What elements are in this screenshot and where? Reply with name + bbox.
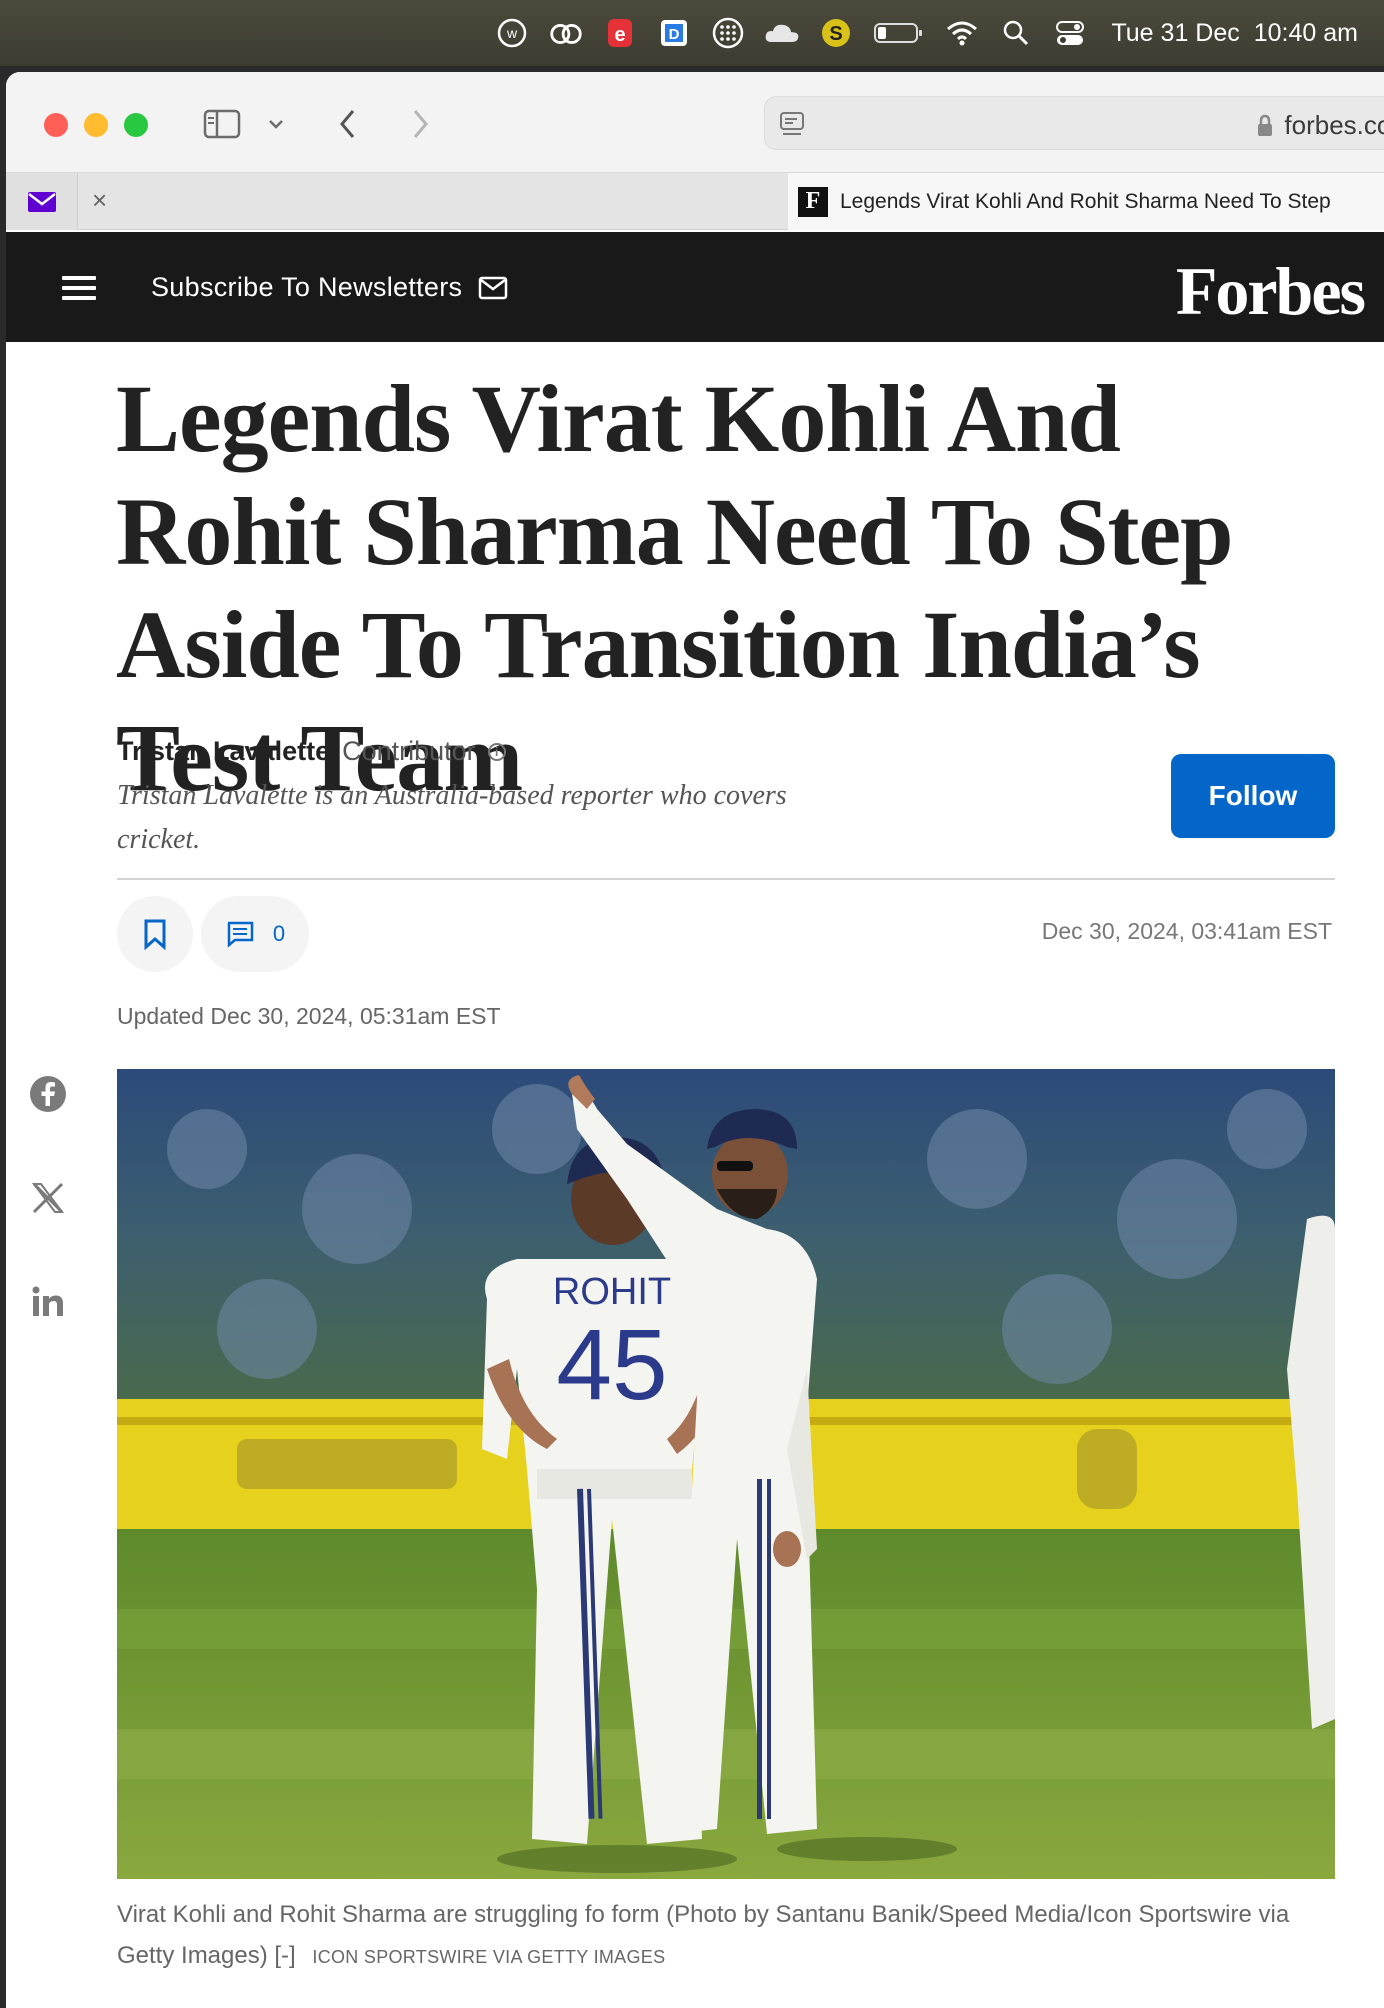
url-text[interactable]: forbes.com	[1284, 110, 1384, 141]
back-arrow-icon[interactable]	[328, 102, 368, 146]
hamburger-menu-icon[interactable]	[62, 276, 96, 306]
close-tab-icon[interactable]: ×	[92, 185, 107, 216]
forward-arrow-icon[interactable]	[400, 102, 440, 146]
updated-date: Updated Dec 30, 2024, 05:31am EST	[117, 1003, 501, 1029]
tab-title: Legends Virat Kohli And Rohit Sharma Nee…	[840, 189, 1331, 213]
svg-text:e: e	[615, 24, 626, 46]
menubar-time[interactable]: 10:40 am	[1254, 19, 1358, 48]
sidebar-toggle-icon[interactable]	[200, 102, 244, 146]
subscribe-label: Subscribe To Newsletters	[151, 272, 463, 302]
zoom-window-button[interactable]	[124, 113, 148, 137]
subscribe-newsletters-link[interactable]: Subscribe To Newsletters	[151, 272, 508, 303]
bookmark-icon	[144, 919, 166, 950]
caption-text: Virat Kohli and Rohit Sharma are struggl…	[117, 1901, 1290, 1969]
author-bio: Tristan Lavalette is an Australia-based …	[117, 780, 787, 855]
linkedin-share-icon[interactable]	[26, 1280, 70, 1324]
forbes-logo[interactable]: Forbes	[1176, 252, 1366, 331]
word-icon[interactable]: w	[493, 14, 531, 52]
cloud-icon[interactable]	[763, 14, 801, 52]
comment-icon	[227, 921, 254, 948]
s-app-icon[interactable]: S	[817, 14, 855, 52]
battery-icon[interactable]	[871, 14, 927, 52]
divider	[117, 878, 1335, 880]
svg-text:S: S	[830, 23, 843, 45]
author-name[interactable]: Tristan Lavalette	[117, 736, 330, 767]
control-center-icon[interactable]	[1051, 14, 1089, 52]
save-button[interactable]	[117, 896, 193, 972]
svg-text:D: D	[669, 26, 680, 43]
dictionary-icon[interactable]: D	[655, 14, 693, 52]
article-hero-image[interactable]: ROHIT 45	[117, 1069, 1335, 1879]
wifi-icon[interactable]	[943, 14, 981, 52]
address-bar[interactable]: forbes.com	[764, 96, 1384, 150]
yahoo-mail-icon	[27, 191, 56, 212]
comments-button[interactable]: 0	[201, 896, 309, 972]
launchpad-icon[interactable]	[709, 14, 747, 52]
ebay-icon[interactable]: e	[601, 14, 639, 52]
chevron-down-icon[interactable]	[264, 102, 288, 146]
follow-button[interactable]: Follow	[1171, 754, 1335, 838]
close-window-button[interactable]	[44, 113, 68, 137]
lock-icon	[1258, 114, 1273, 136]
creative-cloud-icon[interactable]	[547, 14, 585, 52]
site-header: Subscribe To Newsletters Forbes	[6, 232, 1384, 342]
byline: Tristan Lavalette Contributor i	[117, 736, 506, 767]
x-share-icon[interactable]	[26, 1176, 70, 1220]
tab-mail[interactable]	[6, 173, 78, 230]
forbes-favicon-icon: F	[798, 186, 828, 217]
menu-bar: w e D S Tue 31 Dec 10:40 am	[0, 0, 1384, 66]
facebook-share-icon[interactable]	[26, 1072, 70, 1116]
tab-forbes-article[interactable]: F Legends Virat Kohli And Rohit Sharma N…	[788, 173, 1384, 230]
photo-credit: ICON SPORTSWIRE VIA GETTY IMAGES	[312, 1947, 666, 1967]
author-role: Contributor	[342, 736, 476, 766]
envelope-icon	[479, 276, 508, 299]
jersey-number: 45	[556, 1309, 667, 1421]
menubar-date[interactable]: Tue 31 Dec	[1111, 19, 1239, 48]
comment-count: 0	[272, 921, 286, 946]
image-caption: Virat Kohli and Rohit Sharma are struggl…	[117, 1894, 1317, 1978]
reader-mode-icon[interactable]	[779, 111, 807, 142]
tab-bar: × F Legends Virat Kohli And Rohit Sharma…	[6, 172, 1384, 230]
published-date: Dec 30, 2024, 03:41am EST	[1041, 918, 1332, 944]
minimize-window-button[interactable]	[84, 113, 108, 137]
jersey-name: ROHIT	[553, 1271, 671, 1313]
info-icon[interactable]: i	[487, 742, 506, 761]
svg-text:w: w	[506, 25, 518, 41]
spotlight-search-icon[interactable]	[997, 14, 1035, 52]
browser-toolbar: forbes.com	[6, 72, 1384, 172]
